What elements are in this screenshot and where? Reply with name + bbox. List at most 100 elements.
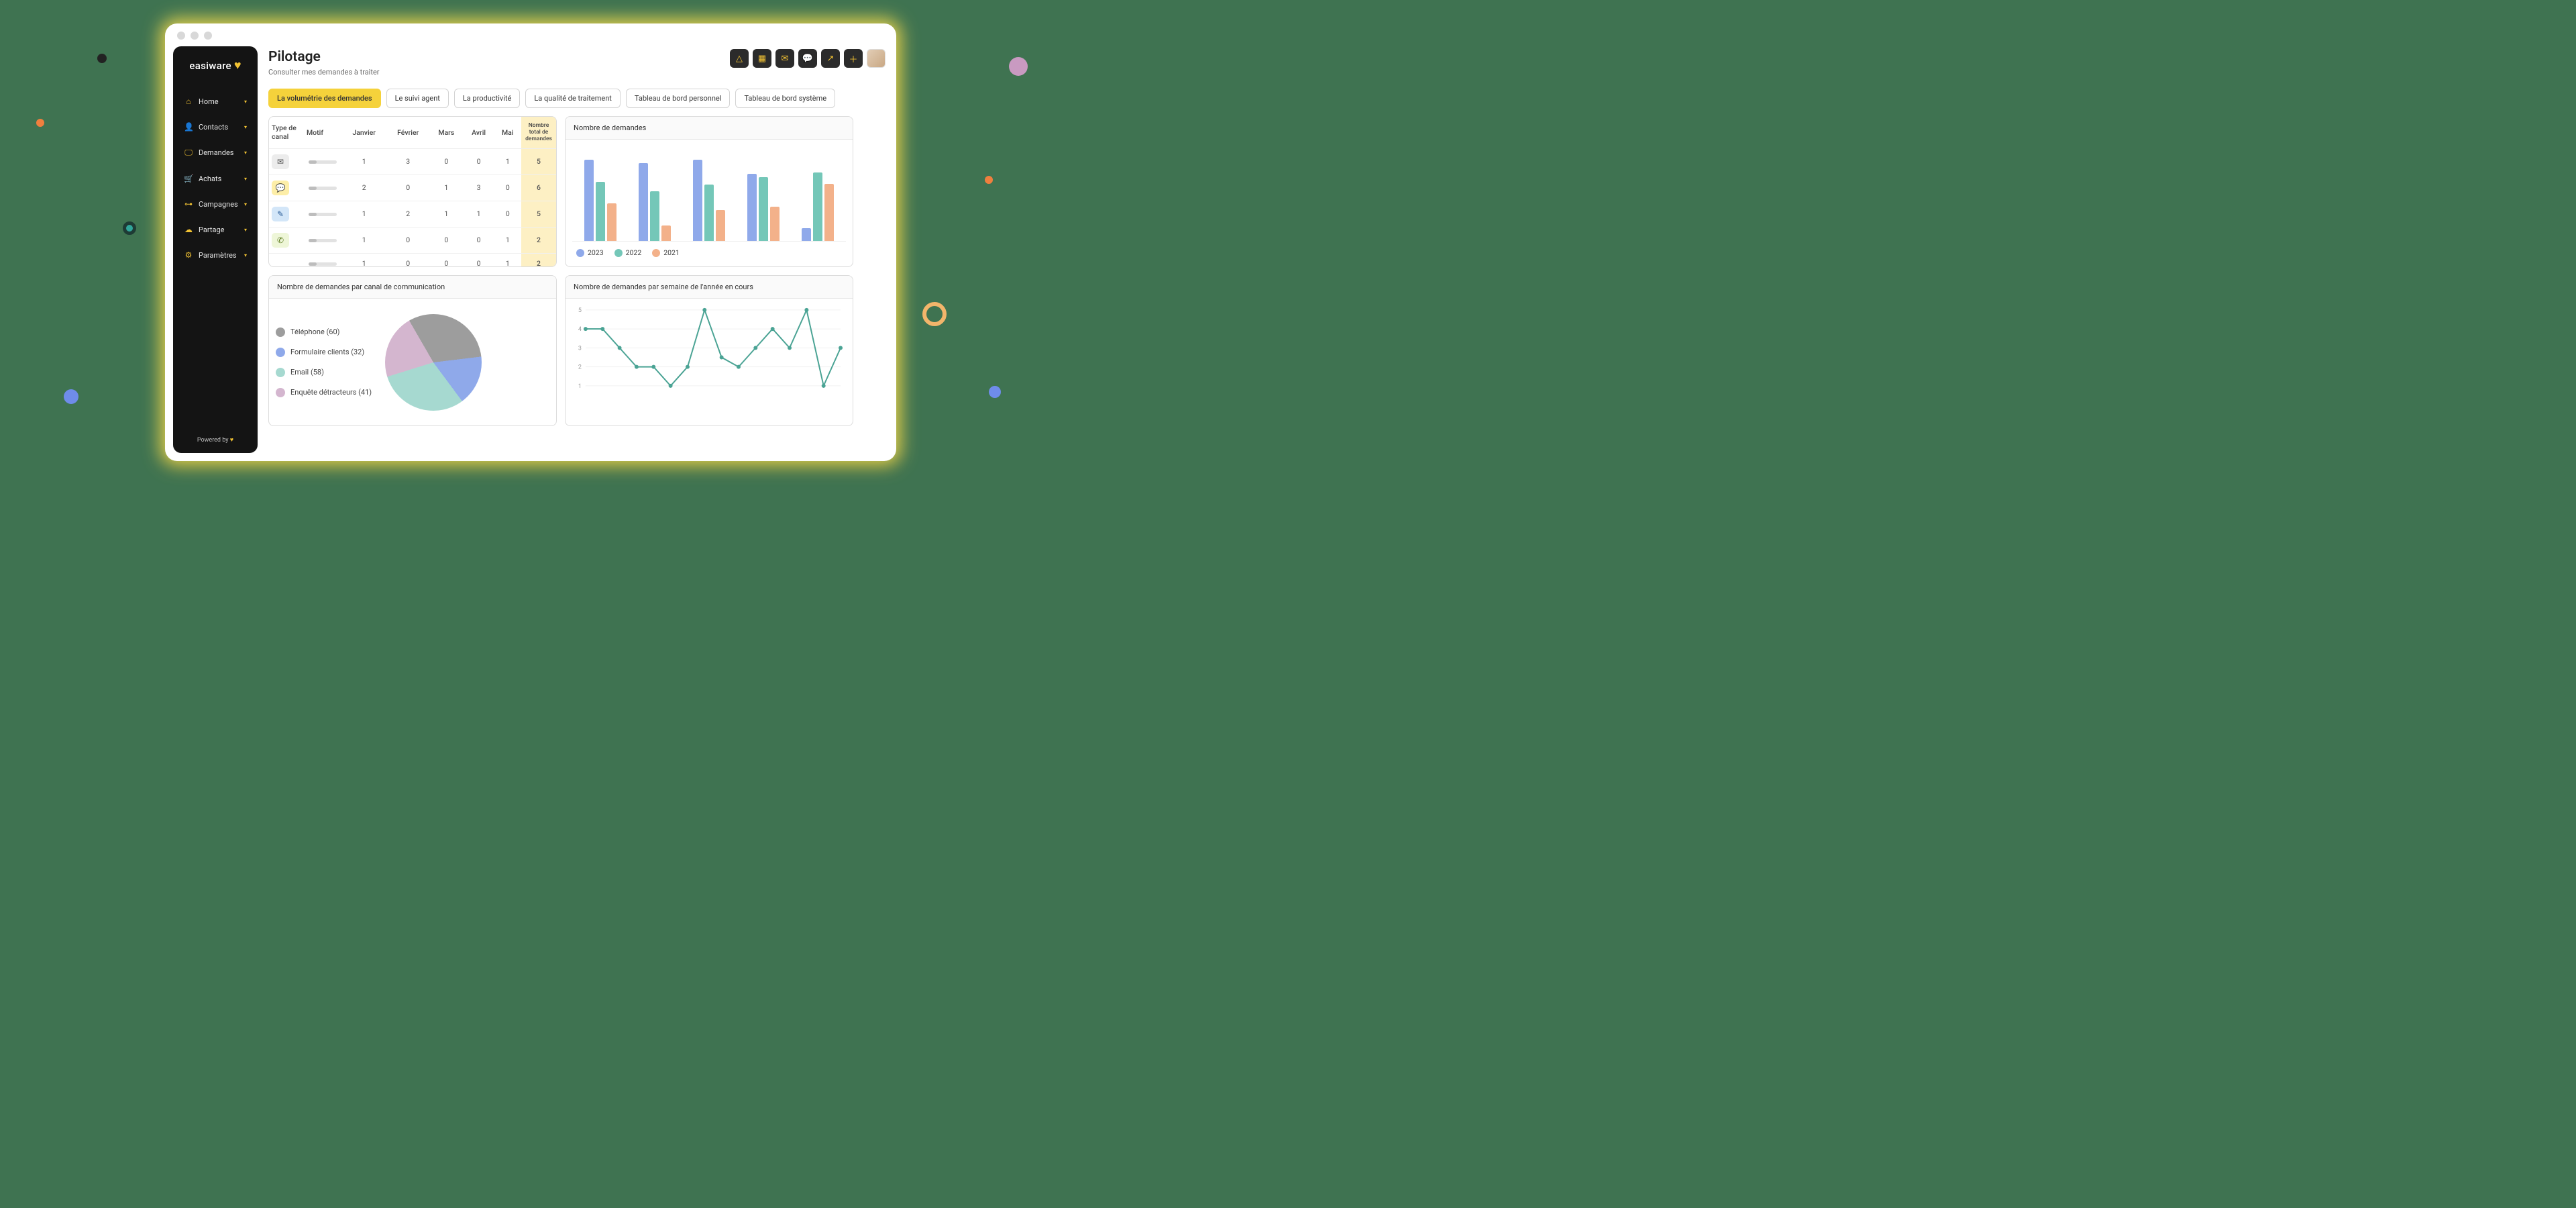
- cell-value: 1: [341, 253, 386, 267]
- cell-value: 1: [341, 201, 386, 227]
- app-window: easiware ♥ ⌂ Home ▾ 👤 Contacts ▾ 🖵 Deman…: [165, 23, 896, 461]
- share-arrow-icon: ↗: [827, 54, 835, 64]
- bar-group: [633, 163, 676, 241]
- legend-item: Enquête détracteurs (41): [276, 388, 372, 397]
- cell-value: 0: [429, 253, 464, 267]
- avatar[interactable]: [867, 49, 885, 68]
- pie-chart: [385, 314, 482, 411]
- header-toolbar: △ ▦ ✉ 💬 ↗ ＋: [730, 49, 885, 68]
- sidebar-item-home[interactable]: ⌂ Home ▾: [178, 90, 252, 113]
- legend-label: Formulaire clients (32): [290, 348, 364, 356]
- legend-swatch: [276, 368, 285, 377]
- bar-legend: 2023 2022 2021: [572, 242, 846, 257]
- bar: [607, 203, 616, 241]
- cell-value: 1: [494, 227, 521, 253]
- tab-suivi-agent[interactable]: Le suivi agent: [386, 89, 449, 108]
- legend-swatch: [576, 249, 584, 257]
- chevron-down-icon: ▾: [244, 99, 247, 105]
- export-button[interactable]: ↗: [821, 49, 840, 68]
- legend-swatch: [614, 249, 623, 257]
- table-row: 100012: [269, 253, 556, 267]
- tab-volumetrie[interactable]: La volumétrie des demandes: [268, 89, 381, 108]
- cell-total: 5: [521, 148, 556, 174]
- tab-personnel[interactable]: Tableau de bord personnel: [626, 89, 731, 108]
- legend-item: 2023: [576, 248, 604, 257]
- cell-value: 3: [464, 174, 494, 201]
- plus-icon: ＋: [849, 52, 857, 65]
- bell-icon: △: [736, 54, 743, 64]
- sidebar-nav: ⌂ Home ▾ 👤 Contacts ▾ 🖵 Demandes ▾ 🛒 Ach…: [173, 90, 258, 266]
- motif-bar: [309, 160, 337, 164]
- tab-qualite[interactable]: La qualité de traitement: [525, 89, 621, 108]
- cell-total: 2: [521, 227, 556, 253]
- legend-item: Formulaire clients (32): [276, 348, 372, 357]
- svg-text:4: 4: [578, 326, 582, 333]
- cell-value: 1: [494, 253, 521, 267]
- sidebar-item-label: Partage: [199, 225, 224, 234]
- legend-item: Téléphone (60): [276, 328, 372, 337]
- sidebar-item-contacts[interactable]: 👤 Contacts ▾: [178, 115, 252, 138]
- sidebar-item-partage[interactable]: ☁ Partage ▾: [178, 218, 252, 241]
- cell-value: 0: [386, 174, 429, 201]
- sidebar: easiware ♥ ⌂ Home ▾ 👤 Contacts ▾ 🖵 Deman…: [173, 46, 258, 453]
- legend-item: 2022: [614, 248, 642, 257]
- pie-legend: Téléphone (60) Formulaire clients (32) Ema…: [276, 328, 372, 397]
- cell-value: 1: [341, 227, 386, 253]
- cell-value: 0: [464, 253, 494, 267]
- legend-label: Téléphone (60): [290, 328, 339, 336]
- motif-bar: [309, 262, 337, 266]
- col-month: Mai: [494, 117, 521, 148]
- bar: [759, 177, 768, 241]
- cell-value: 0: [429, 148, 464, 174]
- card-title: Nombre de demandes par semaine de l'anné…: [566, 276, 853, 299]
- card-title: Nombre de demandes: [566, 117, 853, 140]
- calendar-button[interactable]: ▦: [753, 49, 771, 68]
- bar: [824, 184, 834, 241]
- cell-value: 0: [464, 227, 494, 253]
- sidebar-item-achats[interactable]: 🛒 Achats ▾: [178, 167, 252, 190]
- tab-systeme[interactable]: Tableau de bord système: [735, 89, 835, 108]
- sidebar-item-label: Home: [199, 97, 219, 106]
- bar: [813, 172, 822, 241]
- bar: [747, 174, 757, 241]
- chat-icon: 💬: [272, 181, 289, 195]
- sidebar-item-parametres[interactable]: ⚙ Paramètres ▾: [178, 244, 252, 266]
- table-row: ✉130015: [269, 148, 556, 174]
- bar-group: [797, 172, 839, 241]
- window-control-max[interactable]: [204, 32, 212, 40]
- notifications-button[interactable]: △: [730, 49, 749, 68]
- window-control-min[interactable]: [191, 32, 199, 40]
- monitor-icon: 🖵: [184, 148, 193, 158]
- tab-productivite[interactable]: La productivité: [454, 89, 520, 108]
- user-icon: 👤: [184, 122, 193, 132]
- sidebar-item-campagnes[interactable]: ⊶ Campagnes ▾: [178, 193, 252, 215]
- powered-by: Powered by ♥: [173, 436, 258, 444]
- bar: [770, 207, 780, 241]
- form-icon: ✎: [272, 207, 289, 221]
- chat-icon: 💬: [802, 54, 813, 64]
- sidebar-item-demandes[interactable]: 🖵 Demandes ▾: [178, 141, 252, 164]
- bar-group: [743, 174, 785, 241]
- bar: [661, 225, 671, 241]
- legend-label: Email (58): [290, 368, 324, 376]
- legend-swatch: [276, 348, 285, 357]
- legend-swatch: [276, 328, 285, 337]
- card-table: Type de canal Motif Janvier Février Mars…: [268, 116, 557, 267]
- cell-total: 5: [521, 201, 556, 227]
- mail-icon: ✉: [782, 54, 789, 64]
- add-button[interactable]: ＋: [844, 49, 863, 68]
- cell-total: 2: [521, 253, 556, 267]
- cell-value: 3: [386, 148, 429, 174]
- heart-icon: ♥: [230, 437, 233, 444]
- card-bar-chart: Nombre de demandes 2023 2022 2021: [565, 116, 853, 267]
- window-control-close[interactable]: [177, 32, 185, 40]
- chevron-down-icon: ▾: [244, 201, 247, 207]
- col-type: Type de canal: [269, 117, 304, 148]
- mail-icon: ✉: [272, 154, 289, 169]
- mail-button[interactable]: ✉: [775, 49, 794, 68]
- legend-item: 2021: [652, 248, 680, 257]
- legend-swatch: [276, 388, 285, 397]
- chat-button[interactable]: 💬: [798, 49, 817, 68]
- brand-name: easiware: [189, 60, 231, 72]
- home-icon: ⌂: [184, 97, 193, 106]
